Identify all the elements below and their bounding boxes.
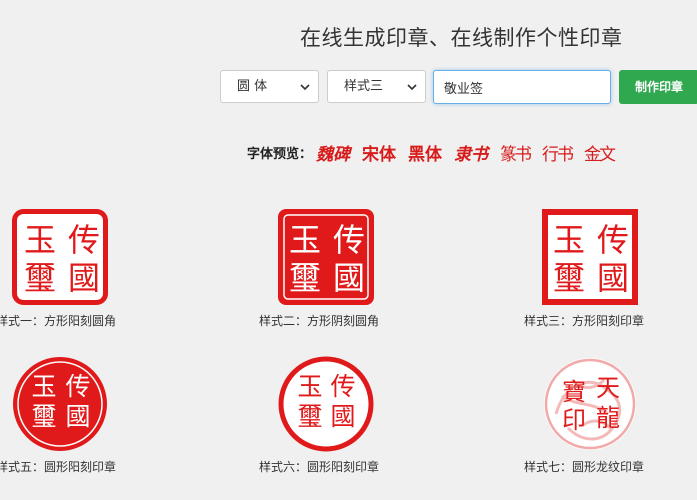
seal-caption: 样式一：方形阳刻圆角 [0, 314, 117, 328]
seal-char: 传 [597, 221, 629, 259]
seal-char: 传 [330, 372, 355, 401]
seal-style-7[interactable]: 天 寶 龍 印 [542, 356, 638, 452]
seal-caption: 样式二：方形阴刻圆角 [259, 314, 380, 328]
seal-char: 國 [68, 259, 100, 297]
font-sample-xing[interactable]: 行书 [542, 140, 574, 165]
seal-char: 璽 [24, 259, 56, 297]
seal-style-3-graphic: 传 玉 國 璽 [542, 209, 638, 305]
make-seal-button[interactable]: 制作印章 [619, 70, 697, 104]
seal-char: 玉 [31, 372, 56, 401]
seal-style-5[interactable]: 传 玉 國 璽 [12, 356, 108, 452]
seal-style-1-graphic: 传 玉 國 璽 [12, 209, 108, 305]
seal-char: 國 [65, 402, 90, 431]
chevron-down-icon [300, 84, 310, 91]
seal-char: 印 [562, 406, 586, 434]
seal-caption: 样式六：圆形阳刻印章 [259, 460, 380, 474]
seal-char: 传 [65, 372, 90, 401]
style-select-value: 样式三 [344, 79, 384, 94]
seal-char: 國 [333, 259, 365, 297]
font-sample-jinwen[interactable]: 金文 [584, 140, 616, 165]
seal-char: 國 [330, 402, 355, 431]
seal-caption: 样式七：圆形龙纹印章 [524, 460, 645, 474]
seal-style-6[interactable]: 传 玉 國 璽 [278, 356, 374, 452]
seal-style-2[interactable]: 传 玉 國 璽 [278, 209, 374, 305]
font-sample-zhuan[interactable]: 篆书 [500, 140, 532, 165]
style-select[interactable]: 样式三 [327, 70, 426, 103]
seal-char: 璽 [289, 259, 321, 297]
seal-char: 璽 [553, 259, 585, 297]
font-sample-li[interactable]: 隶书 [454, 140, 488, 165]
seal-style-5-graphic: 传 玉 國 璽 [13, 357, 107, 451]
seal-char: 玉 [24, 221, 56, 259]
seal-char: 璽 [31, 402, 56, 431]
font-select[interactable]: 圆 体 [220, 70, 319, 103]
font-sample-weibei[interactable]: 魏碑 [316, 140, 350, 165]
seal-char: 璽 [297, 402, 322, 431]
seal-char: 传 [333, 221, 365, 259]
seal-char: 國 [597, 259, 629, 297]
seal-style-1[interactable]: 传 玉 國 璽 [12, 209, 108, 305]
seal-style-6-graphic: 传 玉 國 璽 [278, 356, 374, 452]
seal-style-2-graphic: 传 玉 國 璽 [278, 209, 374, 305]
seal-char: 龍 [596, 404, 620, 432]
font-preview-label: 字体预览： [247, 146, 313, 162]
font-select-value: 圆 体 [237, 79, 268, 94]
page-title: 在线生成印章、在线制作个性印章 [300, 26, 623, 50]
font-preview: 字体预览： 魏碑 宋体 黑体 隶书 篆书 行书 金文 [247, 140, 626, 165]
seal-char: 玉 [553, 221, 585, 259]
seal-caption: 样式三：方形阳刻印章 [524, 314, 645, 328]
seal-char: 传 [68, 221, 100, 259]
seal-style-3[interactable]: 传 玉 國 璽 [542, 209, 638, 305]
font-sample-hei[interactable]: 黑体 [408, 140, 442, 165]
seal-char: 玉 [297, 372, 322, 401]
font-sample-song[interactable]: 宋体 [362, 140, 396, 165]
seal-caption: 样式五：圆形阳刻印章 [0, 460, 117, 474]
seal-char: 天 [596, 374, 620, 402]
seal-style-7-graphic: 天 寶 龍 印 [544, 358, 636, 450]
seal-char: 寶 [562, 378, 586, 406]
seal-char: 玉 [289, 221, 321, 259]
seal-text-input[interactable] [433, 70, 611, 104]
chevron-down-icon [407, 84, 417, 91]
